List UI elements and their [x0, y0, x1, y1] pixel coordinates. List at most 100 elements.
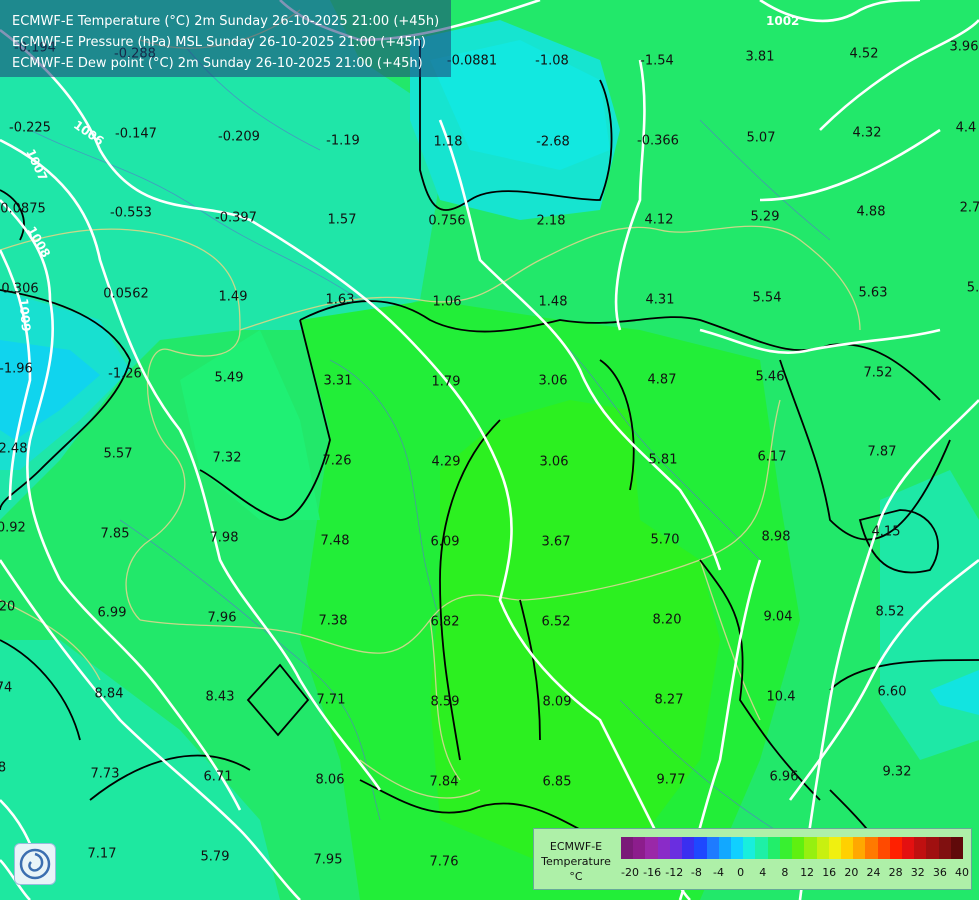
dew-point-value: 7.32 — [212, 450, 242, 466]
dew-point-value: 4.31 — [645, 292, 675, 308]
legend-swatch — [633, 837, 646, 859]
dew-point-value: 6.82 — [430, 614, 460, 630]
dew-point-value: -0.397 — [215, 210, 257, 226]
dew-point-value: 5.70 — [650, 532, 680, 548]
dew-point-value: 5.07 — [746, 130, 776, 146]
dew-point-value: 20 — [0, 599, 16, 615]
dew-point-value: 3.67 — [541, 534, 571, 550]
legend-tick-label: -20 — [621, 866, 639, 879]
legend-tick-label: 20 — [844, 866, 859, 879]
dew-point-value: 7.48 — [320, 533, 350, 549]
isobar-label: 1002 — [766, 14, 800, 28]
legend-swatch — [645, 837, 658, 859]
dew-point-value: 1.49 — [218, 289, 248, 305]
legend-swatch — [767, 837, 780, 859]
dew-point-value: 3.06 — [538, 373, 568, 389]
dew-point-value: 5.79 — [200, 849, 230, 865]
legend-swatch — [926, 837, 939, 859]
legend-swatch — [828, 837, 841, 859]
legend-swatch — [877, 837, 890, 859]
isobar-label: 1009 — [16, 297, 34, 333]
map-title-panel: ECMWF-E Temperature (°C) 2m Sunday 26-10… — [0, 0, 451, 77]
legend-color-bar — [621, 837, 964, 859]
legend-swatch — [840, 837, 854, 859]
provider-logo — [14, 843, 56, 885]
dew-point-value: 8.43 — [205, 689, 235, 705]
dew-point-value: 5.81 — [648, 452, 678, 468]
dew-point-value: 9.77 — [656, 772, 686, 788]
legend-swatch — [621, 837, 634, 859]
dew-point-value: -1.54 — [640, 53, 674, 69]
legend-swatch — [816, 837, 829, 859]
legend-tick-label: -12 — [665, 866, 684, 879]
dew-point-value: 4.32 — [852, 125, 882, 141]
dew-point-value: -1.96 — [0, 361, 33, 377]
dew-point-value: 0.0562 — [103, 286, 149, 302]
title-temperature: ECMWF-E Temperature (°C) 2m Sunday 26-10… — [12, 14, 440, 29]
dew-point-value: 0.306 — [1, 281, 39, 297]
dew-point-value: -0.225 — [9, 120, 51, 136]
dew-point-value: 8.20 — [652, 612, 682, 628]
dew-point-value: 5.46 — [755, 369, 785, 385]
dew-point-value: 7.76 — [429, 854, 459, 870]
dew-point-value: 5.29 — [750, 209, 780, 225]
dew-point-value: 4.4 — [955, 120, 977, 136]
dew-point-value: 10.4 — [766, 689, 796, 705]
legend-swatch — [694, 837, 707, 859]
dew-point-value: 4.88 — [856, 204, 886, 220]
dew-point-value: 6.96 — [769, 769, 799, 785]
dew-point-value: 9.04 — [763, 609, 793, 625]
dew-point-value: -0.366 — [637, 133, 679, 149]
dew-point-value: 3.96 — [949, 39, 979, 55]
legend-swatch — [865, 837, 878, 859]
dew-point-value: 2.48 — [0, 441, 28, 457]
legend-tick-label: 40 — [955, 866, 969, 879]
dew-point-value: 5.63 — [858, 285, 888, 301]
legend-tick-label: 8 — [781, 866, 789, 879]
legend-swatch — [743, 837, 756, 859]
dew-point-value: 0.756 — [428, 213, 466, 229]
dew-point-value: 5. — [966, 280, 979, 296]
legend-swatch — [853, 837, 866, 859]
legend-tick-label: -4 — [713, 866, 725, 879]
dew-point-value: 5.57 — [103, 446, 133, 462]
legend-tick-label: 16 — [822, 866, 837, 879]
legend-tick-label: 24 — [866, 866, 881, 879]
dew-point-value: 7.85 — [100, 526, 130, 542]
dew-point-value: 8.09 — [542, 694, 572, 710]
dew-point-value: 3.06 — [539, 454, 569, 470]
dew-point-value: 4.87 — [647, 372, 677, 388]
dew-point-value: 6.85 — [542, 774, 572, 790]
dew-point-value: 1.63 — [325, 292, 355, 308]
dew-point-value: 5.54 — [752, 290, 782, 306]
title-pressure: ECMWF-E Pressure (hPa) MSL Sunday 26-10-… — [12, 35, 426, 50]
legend-tick-label: -8 — [690, 866, 702, 879]
legend-swatch — [914, 837, 927, 859]
dew-point-value: 3.31 — [323, 373, 353, 389]
dew-point-value: 6.17 — [757, 449, 787, 465]
legend-swatch — [706, 837, 719, 859]
dew-point-value: 8.27 — [654, 692, 684, 708]
dew-point-value: 6.09 — [430, 534, 460, 550]
dew-point-value: 7.98 — [209, 530, 239, 546]
dew-point-value: 2.7 — [959, 200, 979, 216]
legend-swatch — [889, 837, 903, 859]
dew-point-value: -1.26 — [108, 366, 142, 382]
dew-point-value: -0.0881 — [446, 53, 498, 69]
dew-point-value: -0.92 — [0, 520, 26, 536]
legend-swatch — [718, 837, 731, 859]
legend-tick-label: 12 — [800, 866, 815, 879]
dew-point-value: 4.12 — [644, 212, 674, 228]
legend-swatch — [792, 837, 805, 859]
dew-point-value: 6.52 — [541, 614, 571, 630]
dew-point-value: 6.60 — [877, 684, 907, 700]
dew-point-value: -1.19 — [326, 133, 360, 149]
dew-point-value: 7.52 — [863, 365, 893, 381]
dew-point-value: -1.08 — [535, 53, 569, 69]
dew-point-value: 4.29 — [431, 454, 461, 470]
temperature-legend: ECMWF-E Temperature °C -20 -16 -12 -8 -4 0 4 8 1… — [533, 828, 972, 890]
legend-swatch — [730, 837, 744, 859]
dew-point-value: 4.15 — [871, 524, 901, 540]
dew-point-value: 7.71 — [316, 692, 346, 708]
dew-point-value: 7.87 — [867, 444, 897, 460]
